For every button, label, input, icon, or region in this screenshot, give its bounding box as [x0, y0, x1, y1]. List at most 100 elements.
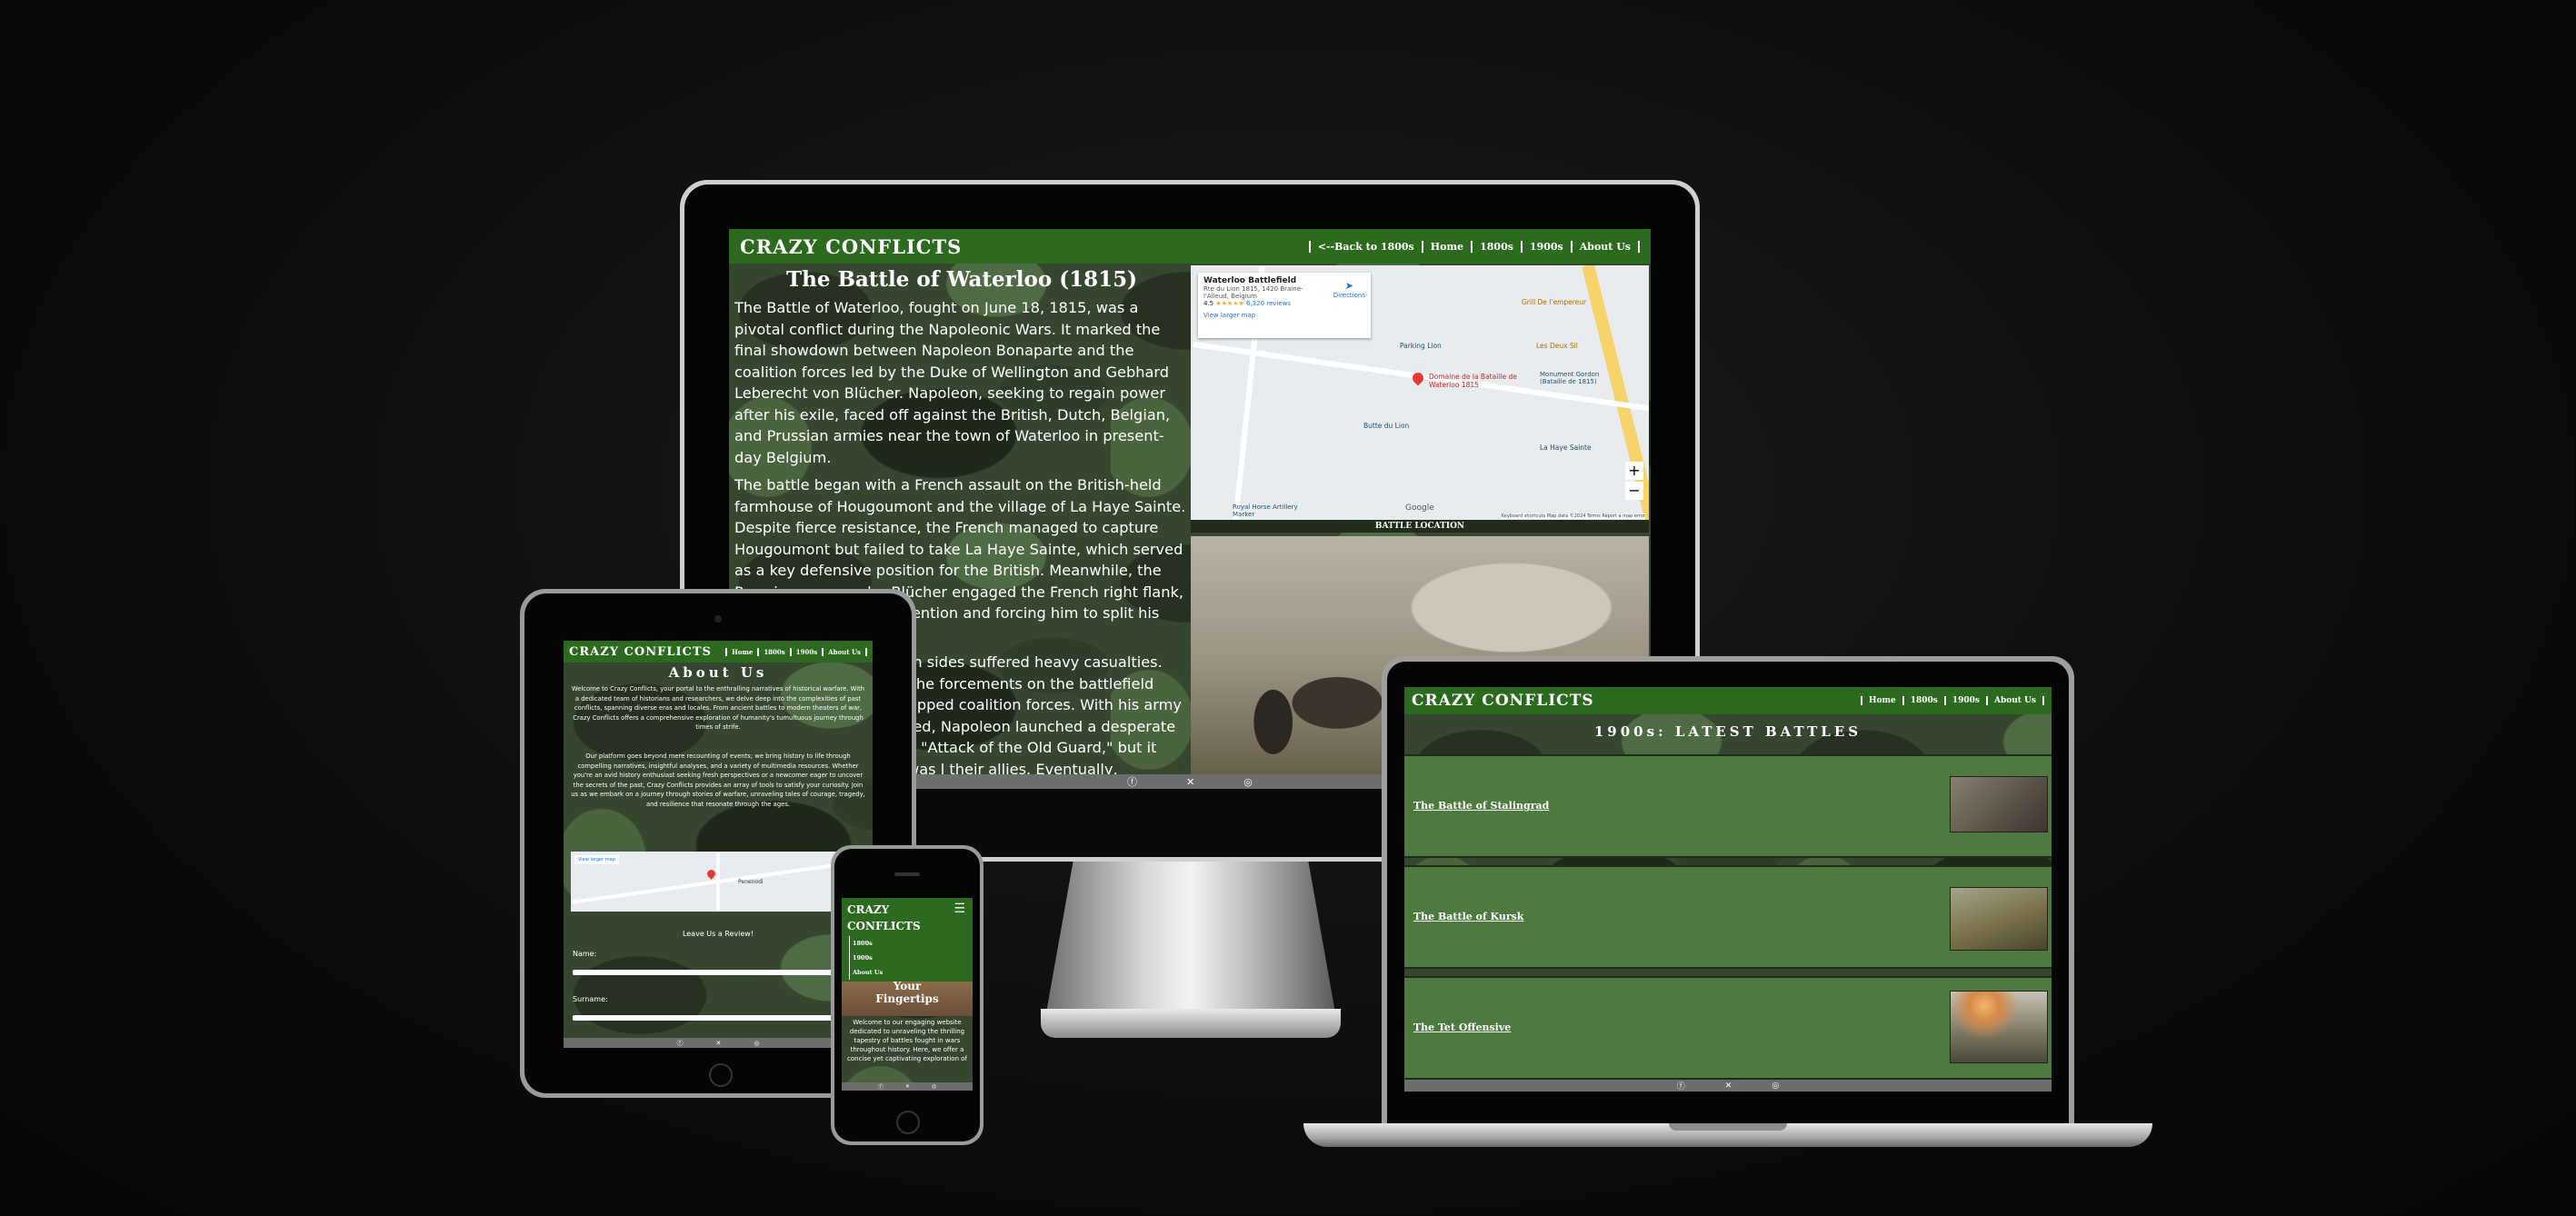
hamburger-menu-icon[interactable]: ☰ [954, 902, 965, 916]
nav-link-1900s[interactable]: 1900s [1943, 696, 1986, 705]
tablet-map[interactable]: View larger map Penenodi [571, 852, 865, 912]
tablet-screen: CRAZY CONFLICTS Home 1800s 1900s About U… [564, 641, 873, 1048]
laptop-navbar: CRAZY CONFLICTS Home 1800s 1900s About U… [1404, 687, 2052, 714]
brand-logo[interactable]: CRAZY CONFLICTS [569, 645, 712, 659]
laptop-footer: ⓕ ✕ ◎ [1404, 1080, 2052, 1091]
nav-link-about[interactable]: About Us [1985, 696, 2044, 705]
article-paragraph: th sides suffered heavy casualties. The … [907, 653, 1183, 774]
section-heading: 1900s: LATEST BATTLES [1593, 723, 1862, 740]
desktop-navbar: CRAZY CONFLICTS <--Back to 1800s Home 18… [729, 229, 1651, 264]
monitor-stand-base [1041, 1009, 1341, 1038]
laptop-notch [1669, 1123, 1787, 1131]
nav-link-back[interactable]: <--Back to 1800s [1308, 240, 1422, 253]
review-heading: Leave Us a Review! [682, 930, 754, 938]
battle-card[interactable]: The Battle of Kursk [1404, 865, 2052, 969]
map-reviews[interactable]: 6,320 reviews [1246, 300, 1291, 307]
phone-home-button [896, 1111, 920, 1134]
nav-link-home[interactable]: Home [725, 647, 757, 656]
battle-link[interactable]: The Battle of Stalingrad [1413, 800, 1549, 812]
directions-icon: ➤ [1344, 280, 1353, 292]
x-icon[interactable]: ✕ [1725, 1081, 1732, 1091]
map-label: Parking Lion [1400, 342, 1442, 350]
name-input[interactable] [573, 970, 864, 975]
zoom-out-button[interactable]: − [1625, 482, 1643, 500]
tablet-nav-links: Home 1800s 1900s About Us [725, 647, 867, 656]
tet-offensive-thumbnail [1950, 991, 2048, 1063]
kursk-thumbnail [1950, 887, 2048, 951]
map-directions[interactable]: ➤ Directions [1333, 280, 1365, 299]
map-rating: 4.5 [1203, 300, 1214, 307]
hero-heading: Your Fingertips [875, 980, 939, 1005]
nav-link-about[interactable]: About Us [1570, 240, 1640, 253]
page-title: The Battle of Waterloo (1815) [785, 267, 1137, 292]
nav-link-1800s[interactable]: 1800s [1471, 240, 1521, 253]
map-stars: ★★★★★ [1215, 300, 1244, 307]
instagram-icon[interactable]: ◎ [1243, 776, 1253, 788]
google-logo: Google [1405, 503, 1434, 513]
map-road [716, 852, 720, 912]
instagram-icon[interactable]: ◎ [1772, 1081, 1779, 1091]
battle-link[interactable]: The Battle of Kursk [1413, 911, 1523, 922]
battle-link[interactable]: The Tet Offensive [1413, 1022, 1511, 1033]
zoom-in-button[interactable]: + [1625, 462, 1643, 480]
monitor-stand-neck [1045, 854, 1336, 1018]
stalingrad-thumbnail [1950, 776, 2048, 832]
nav-link-home[interactable]: Home [1860, 696, 1902, 705]
map-attribution: Keyboard shortcuts Map data ©2024 Terms … [1501, 513, 1645, 519]
brand-logo[interactable]: CRAZY CONFLICTS [847, 902, 921, 934]
phone-screen: CRAZY CONFLICTS ☰ 1800s 1900s About Us Y… [842, 898, 973, 1091]
map-label: Royal Horse Artillery Marker [1233, 503, 1298, 518]
tablet-footer: ⓕ ✕ ◎ [564, 1038, 873, 1048]
about-title: About Us [668, 664, 768, 681]
battle-card[interactable]: The Battle of Stalingrad [1404, 754, 2052, 858]
tablet-home-button [709, 1063, 733, 1087]
map-info-card: Waterloo Battlefield Rte du Lion 1815, 1… [1198, 273, 1371, 338]
battle-location-map[interactable]: Waterloo Battlefield Rte du Lion 1815, 1… [1191, 265, 1649, 520]
map-label: Penenodi [738, 879, 764, 885]
laptop-nav-links: Home 1800s 1900s About Us [1860, 696, 2044, 705]
nav-link-1900s[interactable]: 1900s [849, 951, 967, 965]
x-icon[interactable]: ✕ [716, 1040, 722, 1047]
surname-input[interactable] [573, 1015, 864, 1021]
facebook-icon[interactable]: ⓕ [878, 1082, 884, 1091]
facebook-icon[interactable]: ⓕ [1677, 1080, 1685, 1091]
x-icon[interactable]: ✕ [905, 1083, 910, 1090]
nav-link-1800s[interactable]: 1800s [849, 936, 967, 951]
instagram-icon[interactable]: ◎ [932, 1083, 936, 1090]
nav-link-1800s[interactable]: 1800s [1902, 696, 1944, 705]
facebook-icon[interactable]: ⓕ [677, 1039, 684, 1048]
map-caption: BATTLE LOCATION [1191, 520, 1649, 533]
map-label: Domaine de la Bataille de Waterloo 1815 [1429, 373, 1517, 389]
desktop-nav-links: <--Back to 1800s Home 1800s 1900s About … [1308, 240, 1640, 253]
nav-link-1900s[interactable]: 1900s [1520, 240, 1571, 253]
nav-link-about[interactable]: About Us [849, 965, 967, 980]
laptop-screen: CRAZY CONFLICTS Home 1800s 1900s About U… [1404, 687, 2052, 1091]
nav-link-1900s[interactable]: 1900s [789, 647, 822, 656]
article-paragraph: The Battle of Waterloo, fought on June 1… [734, 299, 1171, 466]
facebook-icon[interactable]: ⓕ [1127, 774, 1137, 789]
hero-image: Your Fingertips [842, 980, 973, 1016]
map-label: Monument Gordon (Bataille de 1815) [1540, 371, 1600, 385]
phone-navbar: CRAZY CONFLICTS ☰ 1800s 1900s About Us [842, 898, 973, 982]
brand-logo[interactable]: CRAZY CONFLICTS [740, 235, 962, 258]
map-view-larger[interactable]: View larger map [574, 855, 619, 864]
x-icon[interactable]: ✕ [1186, 776, 1194, 788]
about-paragraph: Our platform goes beyond mere recounting… [571, 753, 865, 808]
map-address: Rte du Lion 1815, 1420 Braine-l'Alleud, … [1203, 285, 1303, 300]
nav-link-1800s[interactable]: 1800s [757, 647, 789, 656]
phone-speaker [894, 872, 920, 876]
map-pin-icon[interactable] [705, 868, 717, 880]
map-label: Les Deux Sil [1536, 342, 1578, 350]
nav-link-home[interactable]: Home [1421, 240, 1471, 253]
instagram-icon[interactable]: ◎ [754, 1040, 759, 1047]
brand-logo[interactable]: CRAZY CONFLICTS [1412, 692, 1594, 710]
map-label: Butte du Lion [1363, 422, 1410, 430]
battle-card[interactable]: The Tet Offensive [1404, 976, 2052, 1080]
map-rating-row: 4.5 ★★★★★ 6,320 reviews [1203, 300, 1365, 307]
nav-link-about[interactable]: About Us [822, 647, 867, 656]
surname-label: Surname: [573, 995, 608, 1003]
map-label: La Haye Sainte [1540, 444, 1592, 452]
map-view-larger[interactable]: View larger map [1203, 312, 1365, 319]
phone-nav-links: 1800s 1900s About Us [849, 936, 967, 980]
phone-intro: Welcome to our engaging website dedicate… [847, 1019, 968, 1062]
